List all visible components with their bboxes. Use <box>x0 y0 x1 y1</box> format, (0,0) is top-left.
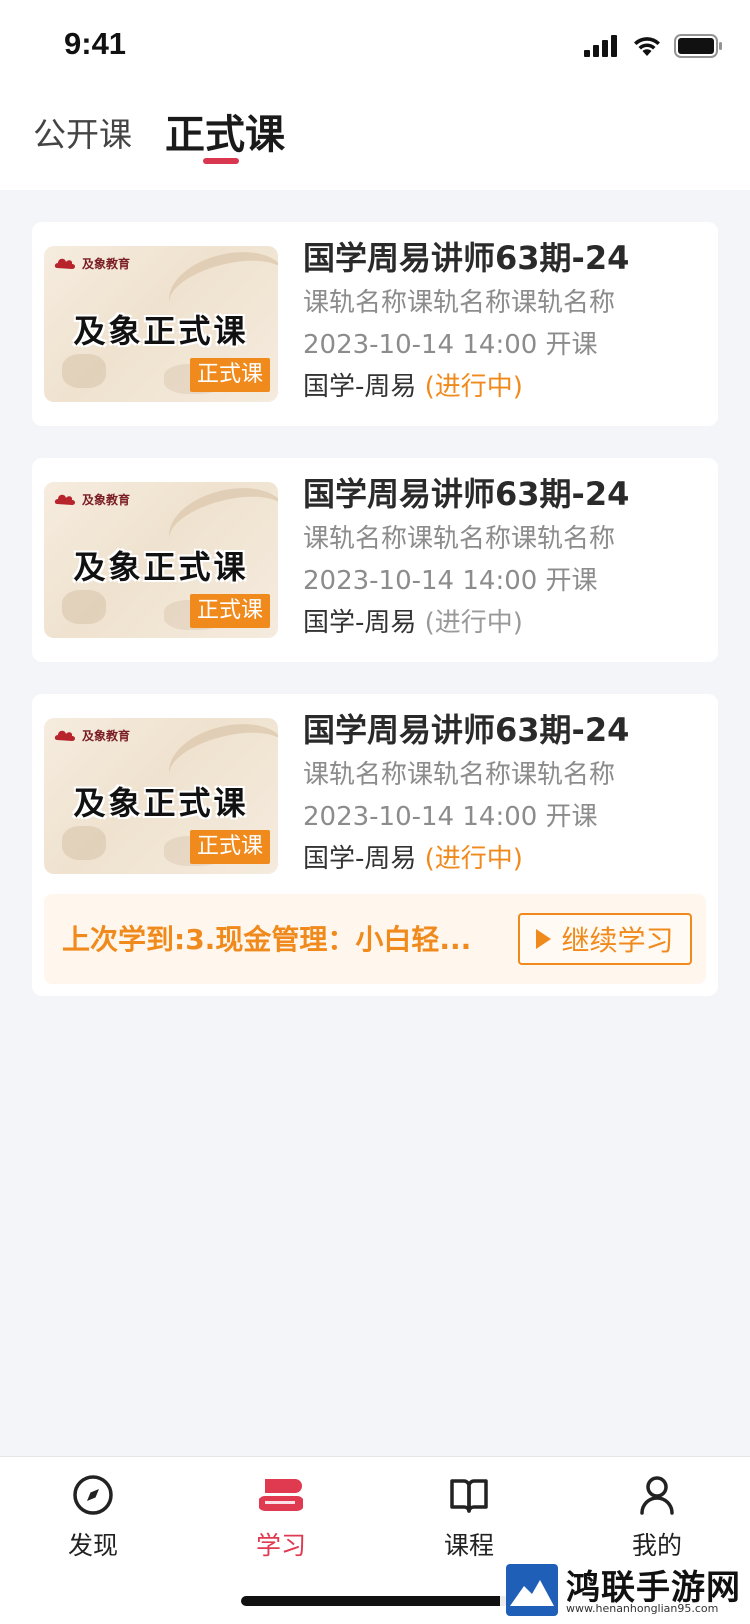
status-bar: 9:41 <box>0 0 750 92</box>
brand-logo: 及象教育 <box>54 255 130 272</box>
watermark: 鸿联手游网 www.henanhonglian95.com <box>500 1556 750 1624</box>
continue-learning-bar: 上次学到:3.现金管理：小白轻... 继续学习 <box>44 894 706 984</box>
course-status: (进行中) <box>424 844 523 874</box>
course-track-name: 课轨名称课轨名称课轨名称 <box>303 760 616 790</box>
thumbnail-title: 及象正式课 <box>73 784 249 822</box>
course-category: 国学-周易 <box>303 844 417 874</box>
course-type-badge: 正式课 <box>189 358 270 392</box>
course-track-name: 课轨名称课轨名称课轨名称 <box>303 524 616 554</box>
course-start-time: 2023-10-14 14:00 开课 <box>303 330 598 360</box>
course-category-line: 国学-周易 (进行中) <box>303 366 703 408</box>
nav-item-study[interactable]: 学习 <box>221 1473 341 1563</box>
user-icon <box>640 1476 674 1515</box>
thumbnail-title: 及象正式课 <box>73 312 249 350</box>
course-status: (进行中) <box>424 372 523 402</box>
course-category-line: 国学-周易 (进行中) <box>303 602 703 644</box>
nav-item-me[interactable]: 我的 <box>597 1473 717 1563</box>
course-track-name: 课轨名称课轨名称课轨名称 <box>303 288 616 318</box>
course-title: 国学周易讲师63期-24 <box>303 239 630 277</box>
course-card[interactable]: 及象教育 及象正式课 正式课 国学周易讲师63期-24 课轨名称课轨名称课轨名称… <box>32 694 718 996</box>
nav-item-courses[interactable]: 课程 <box>409 1473 529 1563</box>
wifi-icon <box>634 37 660 56</box>
course-card[interactable]: 及象教育 及象正式课 正式课 国学周易讲师63期-24 课轨名称课轨名称课轨名称… <box>32 222 718 426</box>
course-type-badge: 正式课 <box>189 594 270 628</box>
tab-public-course[interactable]: 公开课 <box>33 110 132 160</box>
tab-header: 公开课 正式课 <box>0 92 750 190</box>
status-icons <box>584 32 722 60</box>
status-time: 9:41 <box>64 26 127 61</box>
course-info: 国学周易讲师63期-24 课轨名称课轨名称课轨名称 2023-10-14 14:… <box>303 236 703 408</box>
books-icon <box>257 1479 305 1511</box>
course-status: (进行中) <box>424 608 523 638</box>
course-title: 国学周易讲师63期-24 <box>303 711 630 749</box>
signal-icon <box>584 35 617 57</box>
continue-learning-label: 继续学习 <box>561 924 674 957</box>
course-category-line: 国学-周易 (进行中) <box>303 838 703 880</box>
course-start-time: 2023-10-14 14:00 开课 <box>303 566 598 596</box>
book-icon <box>450 1479 488 1513</box>
thumbnail-title: 及象正式课 <box>73 548 249 586</box>
course-start-time: 2023-10-14 14:00 开课 <box>303 802 598 832</box>
course-category: 国学-周易 <box>303 608 417 638</box>
course-card[interactable]: 及象教育 及象正式课 正式课 国学周易讲师63期-24 课轨名称课轨名称课轨名称… <box>32 458 718 662</box>
nav-label: 学习 <box>255 1531 306 1560</box>
course-thumbnail: 及象教育 及象正式课 正式课 <box>44 718 278 874</box>
course-info: 国学周易讲师63期-24 课轨名称课轨名称课轨名称 2023-10-14 14:… <box>303 708 703 880</box>
brand-logo: 及象教育 <box>54 491 130 508</box>
course-thumbnail: 及象教育 及象正式课 正式课 <box>44 482 278 638</box>
course-thumbnail: 及象教育 及象正式课 正式课 <box>44 246 278 402</box>
nav-label: 发现 <box>67 1531 118 1560</box>
cloud-logo-icon <box>54 258 75 269</box>
battery-icon <box>674 34 722 58</box>
course-category: 国学-周易 <box>303 372 417 402</box>
watermark-url: www.henanhonglian95.com <box>566 1602 719 1615</box>
brand-logo: 及象教育 <box>54 727 130 744</box>
watermark-logo-icon <box>506 1564 558 1616</box>
cloud-logo-icon <box>54 494 75 505</box>
cloud-logo-icon <box>54 730 75 741</box>
continue-learning-button[interactable]: 继续学习 <box>518 913 692 965</box>
tab-formal-course[interactable]: 正式课 <box>165 110 285 160</box>
compass-icon <box>73 1475 113 1515</box>
home-indicator <box>241 1596 509 1606</box>
play-icon <box>536 929 552 949</box>
active-tab-indicator <box>203 158 239 164</box>
course-type-badge: 正式课 <box>189 830 270 864</box>
nav-item-discover[interactable]: 发现 <box>33 1473 153 1563</box>
last-study-progress: 上次学到:3.现金管理：小白轻... <box>62 923 472 956</box>
course-title: 国学周易讲师63期-24 <box>303 475 630 513</box>
course-info: 国学周易讲师63期-24 课轨名称课轨名称课轨名称 2023-10-14 14:… <box>303 472 703 644</box>
